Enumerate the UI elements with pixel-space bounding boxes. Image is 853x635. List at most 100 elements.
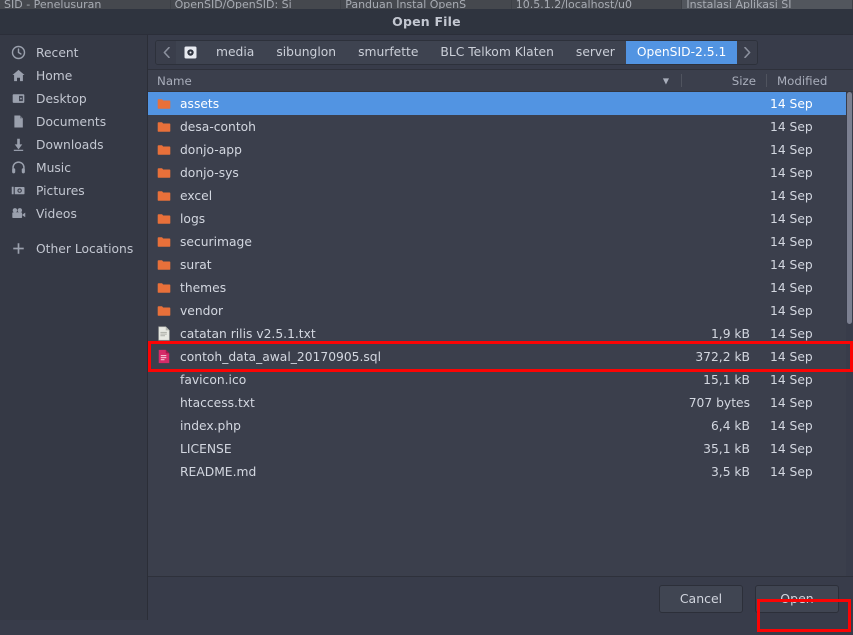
sidebar-item-label: Pictures	[36, 183, 85, 198]
cancel-button[interactable]: Cancel	[659, 584, 743, 613]
sidebar-item-label: Music	[36, 160, 71, 175]
breadcrumb-item[interactable]: server	[565, 41, 626, 64]
sidebar-item-documents[interactable]: Documents	[0, 110, 147, 133]
breadcrumb-item-label: BLC Telkom Klaten	[440, 45, 554, 59]
file-name-cell: index.php	[148, 418, 676, 434]
file-list-row[interactable]: contoh_data_awal_20170905.sql 372,2 kB 14 …	[148, 345, 846, 368]
pictures-icon	[10, 183, 26, 199]
file-icon	[157, 441, 171, 457]
browser-tab[interactable]: Panduan Instal OpenS	[341, 0, 512, 9]
sidebar-item-label: Other Locations	[36, 241, 134, 256]
music-icon	[10, 160, 26, 176]
breadcrumb-item-active[interactable]: OpenSID-2.5.1	[625, 40, 738, 64]
file-list-row[interactable]: themes 14 Sep	[148, 276, 846, 299]
file-list-row[interactable]: favicon.ico 15,1 kB 14 Sep	[148, 368, 846, 391]
text-file-icon	[157, 326, 171, 342]
sidebar-item-label: Documents	[36, 114, 107, 129]
file-icon	[157, 418, 171, 434]
file-name-label: donjo-sys	[180, 165, 239, 180]
sidebar-item-music[interactable]: Music	[0, 156, 147, 179]
sidebar-item-label: Home	[36, 68, 73, 83]
file-list-row[interactable]: README.md 3,5 kB 14 Sep	[148, 460, 846, 483]
open-button[interactable]: Open	[755, 584, 839, 613]
browser-tab-label: Instalasi Aplikasi SI	[686, 0, 792, 9]
desktop-strip	[0, 620, 853, 635]
column-header-size[interactable]: Size	[682, 70, 766, 91]
file-icon	[157, 372, 171, 388]
desktop-icon	[10, 91, 26, 107]
folder-icon	[157, 119, 171, 135]
dialog-body: Recent Home Desktop Documents Downloads …	[0, 35, 853, 620]
folder-icon	[157, 165, 171, 181]
chevron-right-icon[interactable]	[737, 40, 758, 64]
file-list-row[interactable]: donjo-sys 14 Sep	[148, 161, 846, 184]
file-modified-cell: 14 Sep	[770, 142, 813, 157]
chevron-left-icon[interactable]	[156, 40, 176, 64]
file-name-cell: themes	[148, 280, 676, 296]
file-list-row[interactable]: vendor 14 Sep	[148, 299, 846, 322]
file-list-row[interactable]: index.php 6,4 kB 14 Sep	[148, 414, 846, 437]
file-list-row[interactable]: surat 14 Sep	[148, 253, 846, 276]
file-modified-cell: 14 Sep	[770, 395, 813, 410]
folder-icon	[157, 280, 171, 296]
file-name-label: README.md	[180, 464, 257, 479]
breadcrumb-item-label: sibunglon	[276, 45, 337, 59]
file-name-cell: LICENSE	[148, 441, 676, 457]
file-list-row[interactable]: assets 14 Sep	[148, 92, 846, 115]
file-name-cell: securimage	[148, 234, 676, 250]
browser-tab[interactable]: Instalasi Aplikasi SI	[682, 0, 853, 9]
sidebar-item-other-locations[interactable]: Other Locations	[0, 237, 147, 260]
folder-icon	[157, 303, 171, 319]
file-name-cell: excel	[148, 188, 676, 204]
browser-tab[interactable]: 10.5.1.2/localhost/u0	[511, 0, 683, 9]
vertical-scrollbar[interactable]	[846, 92, 853, 576]
sidebar-item-videos[interactable]: Videos	[0, 202, 147, 225]
sidebar-item-recent[interactable]: Recent	[0, 41, 147, 64]
file-list-row[interactable]: excel 14 Sep	[148, 184, 846, 207]
breadcrumb-item[interactable]: smurfette	[347, 41, 429, 64]
column-header-name[interactable]: Name ▼	[148, 70, 681, 91]
file-list-row[interactable]: htaccess.txt 707 bytes 14 Sep	[148, 391, 846, 414]
file-modified-cell: 14 Sep	[770, 280, 813, 295]
sidebar-item-downloads[interactable]: Downloads	[0, 133, 147, 156]
sidebar-item-label: Desktop	[36, 91, 87, 106]
places-sidebar: Recent Home Desktop Documents Downloads …	[0, 35, 148, 620]
file-name-label: surat	[180, 257, 212, 272]
breadcrumb-item[interactable]: BLC Telkom Klaten	[429, 41, 564, 64]
document-icon	[10, 114, 26, 130]
file-name-cell: vendor	[148, 303, 676, 319]
sidebar-item-pictures[interactable]: Pictures	[0, 179, 147, 202]
browser-tab-strip: SID - Penelusuran OpenSID/OpenSID: Si Pand…	[0, 0, 853, 9]
browser-tab-label: SID - Penelusuran	[4, 0, 102, 9]
file-name-cell: donjo-sys	[148, 165, 676, 181]
file-list-row[interactable]: catatan rilis v2.5.1.txt 1,9 kB 14 Sep	[148, 322, 846, 345]
media-drive-icon[interactable]	[176, 41, 205, 64]
breadcrumb-item[interactable]: media	[205, 41, 265, 64]
file-modified-cell: 14 Sep	[770, 441, 813, 456]
file-icon	[157, 464, 171, 480]
file-list-container: assets 14 Sep desa-contoh 14 Sep donjo-app 14…	[148, 92, 853, 576]
column-header-modified[interactable]: Modified	[767, 70, 853, 91]
browser-tab[interactable]: OpenSID/OpenSID: Si	[170, 0, 342, 9]
file-modified-cell: 14 Sep	[770, 234, 813, 249]
sidebar-item-label: Videos	[36, 206, 77, 221]
file-list-row[interactable]: desa-contoh 14 Sep	[148, 115, 846, 138]
breadcrumb-item[interactable]: sibunglon	[265, 41, 347, 64]
file-modified-cell: 14 Sep	[770, 96, 813, 111]
file-list-row[interactable]: logs 14 Sep	[148, 207, 846, 230]
file-name-label: excel	[180, 188, 213, 203]
sidebar-item-home[interactable]: Home	[0, 64, 147, 87]
breadcrumb: media sibunglon smurfette BLC Telkom Klaten…	[155, 39, 759, 65]
scrollbar-thumb[interactable]	[847, 92, 852, 324]
file-modified-cell: 14 Sep	[770, 165, 813, 180]
dialog-title: Open File	[392, 14, 461, 29]
dialog-footer: Cancel Open	[148, 576, 853, 620]
file-list-row[interactable]: securimage 14 Sep	[148, 230, 846, 253]
file-name-label: donjo-app	[180, 142, 242, 157]
file-icon	[157, 395, 171, 411]
browser-tab[interactable]: SID - Penelusuran	[0, 0, 171, 9]
sidebar-item-desktop[interactable]: Desktop	[0, 87, 147, 110]
file-list-row[interactable]: LICENSE 35,1 kB 14 Sep	[148, 437, 846, 460]
file-list-row[interactable]: donjo-app 14 Sep	[148, 138, 846, 161]
browser-tab-label: Panduan Instal OpenS	[345, 0, 467, 9]
